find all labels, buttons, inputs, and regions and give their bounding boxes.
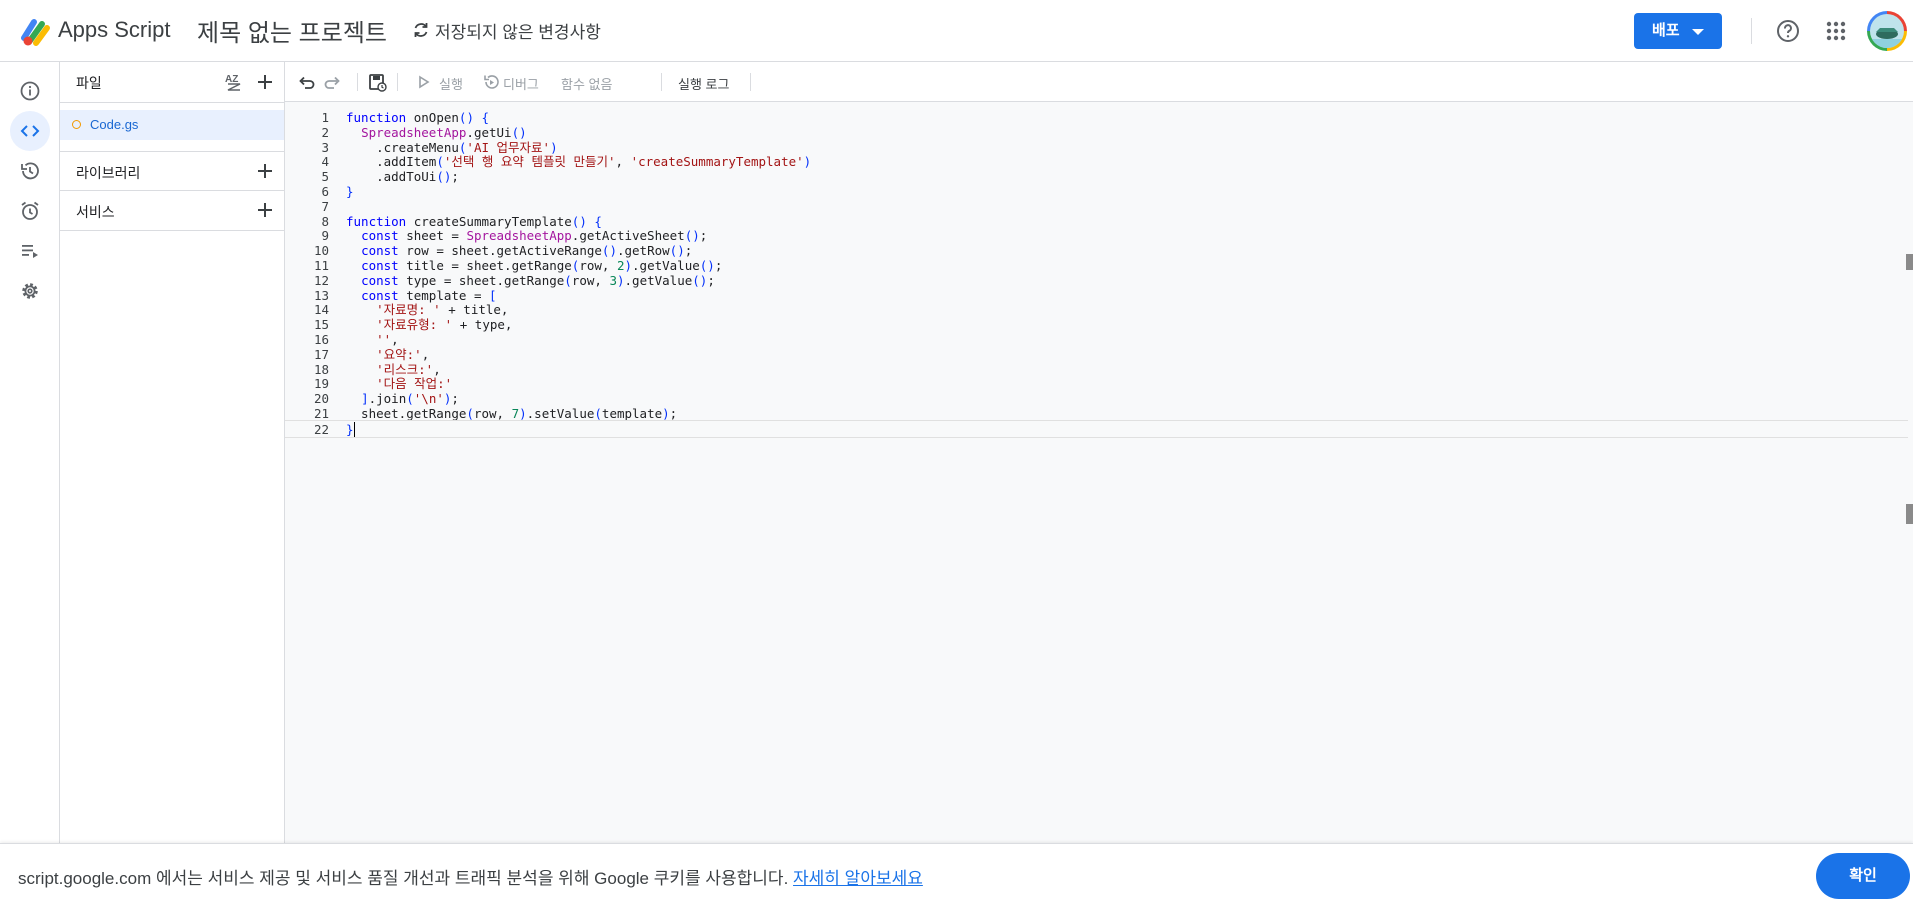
undo-icon[interactable] bbox=[296, 72, 316, 92]
editor-toolbar: 실행 디버그 함수 없음 실행 로그 bbox=[285, 62, 1913, 102]
toolbar-divider bbox=[357, 73, 358, 91]
learn-more-link[interactable]: 자세히 알아보세요 bbox=[793, 869, 923, 888]
text-cursor bbox=[353, 421, 355, 437]
overview-button[interactable] bbox=[10, 71, 50, 111]
settings-button[interactable] bbox=[10, 271, 50, 311]
file-item-code-gs[interactable]: Code.gs bbox=[60, 110, 284, 140]
play-icon bbox=[419, 75, 430, 89]
redo-icon[interactable] bbox=[323, 72, 343, 92]
toolbar-divider bbox=[397, 73, 398, 91]
history-icon bbox=[21, 162, 39, 180]
cookie-banner: script.google.com 에서는 서비스 제공 및 서비스 품질 개선… bbox=[0, 843, 1913, 905]
chevron-down-icon bbox=[1692, 29, 1704, 35]
deploy-label: 배포 bbox=[1652, 22, 1680, 39]
add-service-icon[interactable] bbox=[255, 200, 275, 220]
debug-button[interactable]: 디버그 bbox=[503, 74, 539, 93]
deploy-button[interactable]: 배포 bbox=[1634, 13, 1722, 49]
project-title[interactable]: 제목 없는 프로젝트 bbox=[197, 13, 387, 48]
executions-button[interactable] bbox=[10, 231, 50, 271]
sync-icon bbox=[414, 23, 428, 37]
run-button[interactable]: 실행 bbox=[439, 74, 463, 93]
libraries-section[interactable]: 라이브러리 bbox=[60, 151, 284, 191]
app-name[interactable]: Apps Script bbox=[58, 17, 171, 43]
toolbar-divider bbox=[750, 73, 751, 91]
code-icon bbox=[20, 125, 40, 137]
file-name: Code.gs bbox=[90, 117, 139, 132]
files-title: 파일 bbox=[76, 75, 102, 91]
top-bar: Apps Script 제목 없는 프로젝트 저장되지 않은 변경사항 배포 bbox=[0, 0, 1913, 62]
cookie-notice: script.google.com 에서는 서비스 제공 및 서비스 품질 개선… bbox=[18, 864, 923, 889]
code-text: } bbox=[346, 421, 355, 437]
services-section[interactable]: 서비스 bbox=[60, 190, 284, 231]
gear-icon bbox=[22, 283, 38, 299]
history-button[interactable] bbox=[10, 151, 50, 191]
services-label: 서비스 bbox=[76, 204, 115, 220]
execution-log-button[interactable]: 실행 로그 bbox=[678, 74, 729, 93]
info-icon bbox=[20, 81, 40, 101]
file-status-icon bbox=[72, 120, 81, 129]
add-library-icon[interactable] bbox=[255, 161, 275, 181]
code-editor[interactable]: 1 function onOpen() {2 SpreadsheetApp.get… bbox=[285, 102, 1913, 843]
scrollbar-thumb[interactable] bbox=[1906, 504, 1913, 524]
ok-button[interactable]: 확인 bbox=[1816, 853, 1910, 899]
editor-button[interactable] bbox=[10, 111, 50, 151]
alarm-icon bbox=[21, 201, 39, 220]
toolbar-divider bbox=[661, 73, 662, 91]
apps-script-logo[interactable] bbox=[20, 16, 52, 48]
save-icon[interactable] bbox=[367, 72, 387, 92]
executions-icon bbox=[22, 245, 38, 258]
divider bbox=[1751, 18, 1752, 44]
triggers-button[interactable] bbox=[10, 191, 50, 231]
files-panel: 파일 AZ Code.gs 라이브러리 서비스 bbox=[60, 62, 285, 843]
debug-icon bbox=[484, 75, 499, 89]
left-rail bbox=[0, 62, 60, 843]
add-file-icon[interactable] bbox=[255, 72, 275, 92]
help-icon[interactable] bbox=[1775, 18, 1801, 44]
google-apps-icon[interactable] bbox=[1823, 18, 1849, 44]
libraries-label: 라이브러리 bbox=[76, 165, 141, 181]
files-header: 파일 AZ bbox=[60, 62, 284, 103]
save-status: 저장되지 않은 변경사항 bbox=[435, 23, 601, 42]
avatar[interactable] bbox=[1867, 11, 1907, 51]
function-select[interactable]: 함수 없음 bbox=[561, 74, 612, 93]
cookie-text: script.google.com 에서는 서비스 제공 및 서비스 품질 개선… bbox=[18, 869, 789, 888]
sort-az-icon[interactable]: AZ bbox=[224, 72, 246, 92]
line-number: 22 bbox=[313, 421, 329, 437]
avatar-image bbox=[1870, 14, 1904, 48]
code-line[interactable]: 22} bbox=[285, 419, 1908, 438]
